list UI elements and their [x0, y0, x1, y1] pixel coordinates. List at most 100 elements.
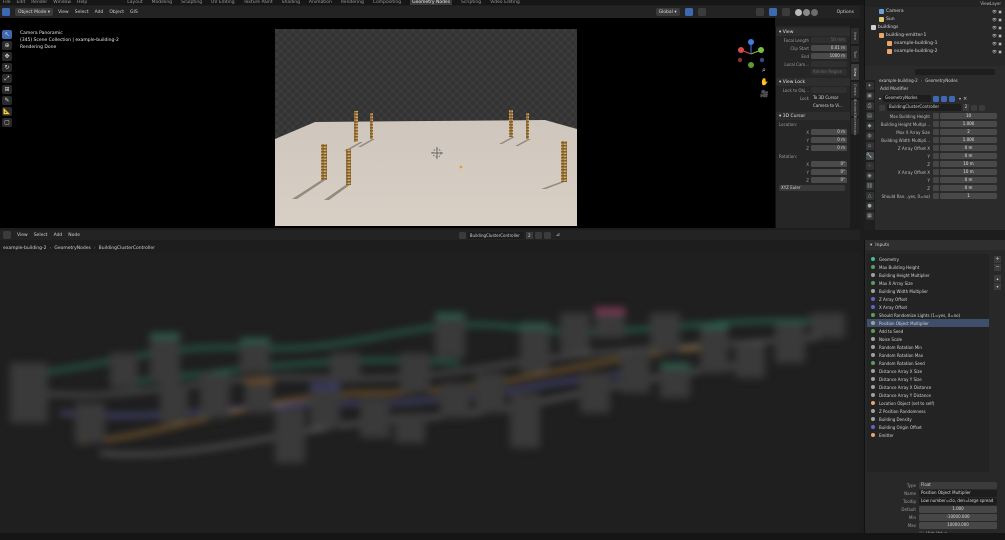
node-tree-users[interactable]: 2 [525, 231, 533, 239]
measure-tool-icon[interactable]: 📐 [2, 107, 12, 116]
menu-file[interactable]: File [3, 0, 11, 5]
tab-scripting[interactable]: Scripting [461, 0, 481, 5]
pin-icon[interactable]: ⊿ [556, 232, 560, 238]
field-value[interactable]: 0 m [940, 144, 997, 152]
move-tool-icon[interactable]: ✥ [2, 52, 12, 61]
socket-type-dropdown[interactable]: Type Float [865, 482, 1005, 489]
expand-chevron-icon[interactable]: ▾ [879, 96, 881, 101]
input-socket-item[interactable]: Position Object Multiplier [867, 319, 989, 327]
field-value[interactable]: 0 m [940, 176, 997, 184]
select-tool-icon[interactable]: ↖ [2, 30, 12, 39]
field-value[interactable]: 1.000 [940, 136, 997, 144]
editor-type-icon[interactable] [3, 231, 11, 239]
cursor-loc-z[interactable]: Z0 m [776, 144, 850, 152]
physics-tab-icon[interactable]: ◉ [865, 172, 874, 180]
modifier-name-field[interactable]: GeometryNodes [883, 95, 932, 102]
field-value[interactable]: 1.000 [940, 120, 997, 128]
visibility-toggle-icon[interactable]: 👁 ▣ [992, 41, 1002, 46]
outliner-item[interactable]: Camera 👁 ▣ [865, 7, 1005, 15]
cursor-tool-icon[interactable]: ⊕ [2, 41, 12, 50]
modifier-input-field[interactable]: Max X Array Size 2 [877, 128, 1005, 136]
outliner-item[interactable]: buildings 👁 ▣ [865, 23, 1005, 31]
modifier-input-field[interactable]: Building Width Multipli... 1.000 [877, 136, 1005, 144]
visibility-toggle-icon[interactable]: 👁 ▣ [992, 49, 1002, 54]
object-tab-icon[interactable]: ▫ [865, 142, 874, 150]
modifier-input-field[interactable]: Max Building Height 10 [877, 112, 1005, 120]
pan-hand-icon[interactable]: ✋ [760, 78, 769, 86]
input-socket-item[interactable]: Add to Seed [867, 327, 989, 335]
input-socket-item[interactable]: Should Randomize Lights (1=yes, 0=no) [867, 311, 989, 319]
local-camera-field[interactable]: Local Cam... [776, 60, 850, 68]
menu-render[interactable]: Render [31, 0, 47, 5]
modifier-input-field[interactable]: Z 0 m [877, 184, 1005, 192]
add-cube-tool-icon[interactable]: ▢ [2, 118, 12, 127]
world-tab-icon[interactable]: ◍ [865, 132, 874, 140]
render-toggle-icon[interactable] [949, 95, 956, 102]
sidebar-tab-blenderkit[interactable]: BlenderKit [851, 99, 859, 117]
collapse-chevron-icon[interactable]: ▾ [870, 243, 872, 248]
fake-user-icon[interactable] [534, 231, 542, 239]
inputs-header[interactable]: ▾ Inputs [865, 240, 1005, 250]
outliner-item[interactable]: example-building-2 👁 ▣ [865, 47, 1005, 55]
visibility-toggle-icon[interactable]: 👁 ▣ [992, 25, 1002, 30]
menu-help[interactable]: Help [77, 0, 87, 5]
field-value[interactable]: 10 m [940, 160, 997, 168]
options-menu[interactable]: Options [837, 10, 854, 15]
modifier-input-field[interactable]: Z Array Offset X 0 m [877, 144, 1005, 152]
fake-user-icon[interactable] [971, 104, 977, 111]
cursor-rot-z[interactable]: Z 0° [776, 176, 850, 184]
input-socket-item[interactable]: Z Position Randomness [867, 407, 989, 415]
outliner-item[interactable]: example-building-1 👁 ▣ [865, 39, 1005, 47]
input-socket-item[interactable]: Building Density [867, 415, 989, 423]
modifier-input-field[interactable]: Y 0 m [877, 176, 1005, 184]
output-tab-icon[interactable]: ⎙ [865, 102, 874, 110]
field-value[interactable]: 2 [940, 128, 997, 136]
props-search-input[interactable] [915, 69, 995, 75]
socket-max-field[interactable]: Max 10000.000 [865, 522, 1005, 529]
camera-to-view-checkbox[interactable]: Camera to Vi... [776, 102, 850, 110]
view-lock-header[interactable]: ▾ View Lock [776, 78, 850, 86]
input-socket-item[interactable]: Distance Array X Size [867, 367, 989, 375]
shading-material-icon[interactable] [802, 8, 810, 16]
menu-edit[interactable]: Edit [17, 0, 26, 5]
node-menu-view[interactable]: View [17, 233, 28, 238]
modifier-input-field[interactable]: Building Height Multipl... 1.000 [877, 120, 1005, 128]
tool-tab-icon[interactable]: ✦ [865, 82, 874, 90]
tab-video-editing[interactable]: Video Editing [490, 0, 520, 5]
material-tab-icon[interactable]: ● [865, 202, 874, 210]
tab-rendering[interactable]: Rendering [341, 0, 364, 5]
input-socket-item[interactable]: Random Rotation Max [867, 351, 989, 359]
input-socket-item[interactable]: Building Width Multiplier [867, 287, 989, 295]
close-icon[interactable]: × [963, 96, 967, 102]
rotate-tool-icon[interactable]: ↻ [2, 63, 12, 72]
visibility-toggle-icon[interactable]: 👁 ▣ [992, 33, 1002, 38]
node-menu-node[interactable]: Node [68, 233, 80, 238]
overlays-icon[interactable] [768, 8, 777, 16]
add-modifier-button[interactable]: Add Modifier [865, 85, 1005, 94]
users-count[interactable]: 2 [963, 104, 969, 111]
viewport-menu-gis[interactable]: GIS [130, 10, 138, 15]
field-value[interactable]: 0 m [940, 152, 997, 160]
socket-tooltip-field[interactable]: Tooltip Low number=clo, den=large spread [865, 498, 1005, 505]
modifier-input-field[interactable]: Y 0 m [877, 152, 1005, 160]
sidebar-tab-screencast[interactable]: Screencast [851, 116, 859, 136]
visibility-toggle-icon[interactable]: 👁 ▣ [992, 9, 1002, 14]
move-down-icon[interactable]: ▾ [994, 283, 1001, 290]
field-value[interactable]: 0 m [940, 184, 997, 192]
input-socket-item[interactable]: Noise Scale [867, 335, 989, 343]
viewport-menu-add[interactable]: Add [95, 10, 104, 15]
render-region-checkbox[interactable]: Render Region [776, 68, 850, 76]
move-up-icon[interactable]: ▴ [994, 275, 1001, 282]
node-tree-icon[interactable] [458, 231, 466, 239]
node-tree-field[interactable]: BuildingClusterController [467, 231, 524, 239]
attribute-toggle-icon[interactable] [933, 153, 939, 159]
node-canvas[interactable] [0, 253, 860, 533]
sidebar-tab-item[interactable]: Item [851, 28, 859, 44]
socket-default-field[interactable]: Default 1.000 [865, 506, 1005, 513]
attribute-toggle-icon[interactable] [933, 113, 939, 119]
particles-tab-icon[interactable]: ⁘ [865, 162, 874, 170]
input-socket-item[interactable]: Building Origin Offset [867, 423, 989, 431]
outliner-item[interactable]: building-emitter-1 👁 ▣ [865, 31, 1005, 39]
node-menu-select[interactable]: Select [34, 233, 48, 238]
modifier-input-field[interactable]: Should Ran...yes, 0=no) 1 [877, 192, 1005, 200]
